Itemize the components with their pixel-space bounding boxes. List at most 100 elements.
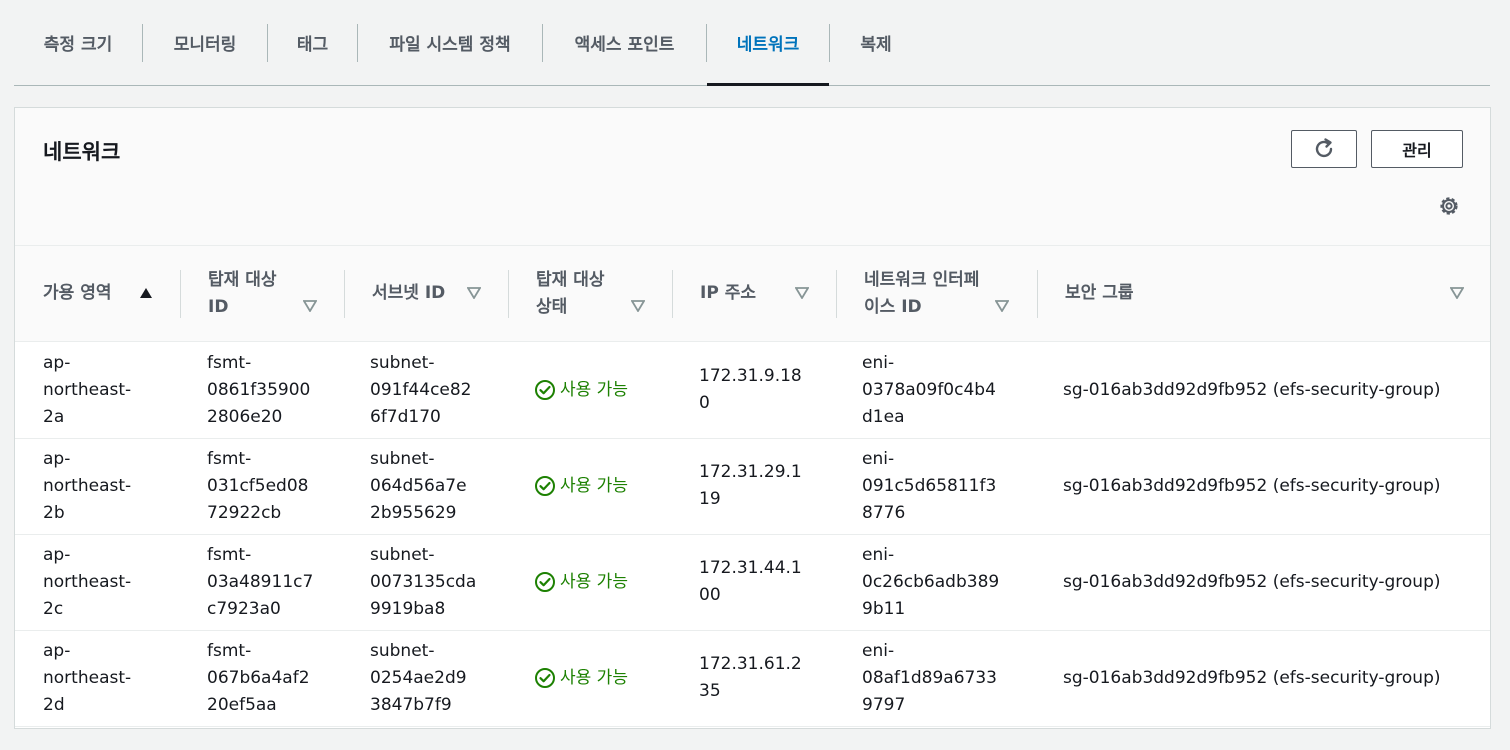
- cell-network-interface-id-line: 0378a09f0c4b4: [862, 379, 996, 400]
- cell-mount-target-id: fsmt- 03a48911c7 c7923a0: [207, 534, 347, 630]
- cell-mount-target-id: fsmt- 067b6a4af2 20ef5aa: [207, 630, 347, 726]
- column-divider: [180, 270, 181, 318]
- panel-title: 네트워크: [43, 140, 121, 164]
- cell-mount-target-id-line: 20ef5aa: [207, 694, 277, 715]
- cell-security-group: sg-016ab3dd92d9fb952 (efs-security-group…: [1063, 630, 1483, 726]
- gear-icon[interactable]: [1437, 194, 1461, 218]
- check-circle-icon: [535, 380, 555, 400]
- tab-file-system-policy[interactable]: 파일 시스템 정책: [358, 0, 542, 85]
- column-label: 탑재 대상: [536, 269, 605, 290]
- status-text: 사용 가능: [560, 379, 628, 400]
- cell-subnet-id: subnet- 064d56a7e 2b955629: [370, 438, 510, 534]
- cell-network-interface-id-line: 8776: [862, 502, 906, 523]
- check-circle-icon: [535, 668, 555, 688]
- tab-access-points[interactable]: 액세스 포인트: [543, 0, 706, 85]
- refresh-icon: [1315, 138, 1333, 158]
- cell-ip-address: 172.31.9.18 0: [699, 342, 839, 438]
- cell-mount-target-id-line: 2806e20: [207, 406, 283, 427]
- tab-storage-size[interactable]: 측정 크기: [14, 0, 142, 85]
- cell-mount-target-id-line: 031cf5ed08: [207, 475, 309, 496]
- cell-ip-address-line: 172.31.9.18: [699, 366, 802, 386]
- column-header-mount-target-id[interactable]: 탑재 대상 ID: [208, 246, 328, 341]
- status-badge: 사용 가능: [534, 377, 628, 404]
- cell-subnet-id: subnet- 0073135cda 9919ba8: [370, 534, 510, 630]
- sort-ascending-icon: [140, 288, 152, 298]
- cell-ip-address-line: 172.31.61.2: [699, 654, 802, 674]
- cell-availability-zone-line: ap-: [43, 544, 71, 565]
- cell-mount-target-id-line: 03a48911c7: [207, 571, 314, 592]
- table-row: ap-northeast- 2b fsmt- 031cf5ed08 72922cb sub…: [15, 438, 1490, 535]
- cell-subnet-id-line: 091f44ce82: [370, 379, 472, 400]
- cell-availability-zone: ap-northeast- 2c: [43, 534, 183, 630]
- cell-availability-zone: ap-northeast- 2b: [43, 438, 183, 534]
- cell-status: 사용 가능: [534, 630, 674, 726]
- tab-monitoring[interactable]: 모니터링: [143, 0, 267, 85]
- cell-mount-target-id-line: fsmt-: [207, 544, 252, 565]
- column-label: 이스 ID: [864, 296, 922, 317]
- cell-subnet-id-line: 6f7d170: [370, 406, 441, 427]
- column-divider: [344, 270, 345, 318]
- table-row: ap-northeast- 2d fsmt- 067b6a4af2 20ef5aa sub…: [15, 630, 1490, 727]
- security-group-text: sg-016ab3dd92d9fb952 (efs-security-group…: [1063, 475, 1441, 496]
- cell-mount-target-id-line: 0861f35900: [207, 379, 311, 400]
- tab-network[interactable]: 네트워크: [707, 0, 829, 86]
- panel-header: 네트워크 관리: [15, 108, 1490, 246]
- cell-mount-target-id-line: fsmt-: [207, 640, 252, 661]
- column-header-security-groups[interactable]: 보안 그룹: [1065, 246, 1470, 341]
- cell-mount-target-id-line: c7923a0: [207, 598, 281, 619]
- cell-ip-address-line: 172.31.29.1: [699, 462, 802, 482]
- column-divider: [672, 270, 673, 318]
- column-header-mount-target-status[interactable]: 탑재 대상 상태: [536, 246, 661, 341]
- cell-ip-address-line: 0: [699, 393, 710, 413]
- cell-availability-zone-line: ap-: [43, 352, 71, 373]
- column-divider: [508, 270, 509, 318]
- cell-status: 사용 가능: [534, 438, 674, 534]
- cell-availability-zone: ap-northeast- 2d: [43, 630, 183, 726]
- cell-network-interface-id: eni- 0378a09f0c4b4 d1ea: [862, 342, 1032, 438]
- column-label: 서브넷 ID: [372, 283, 446, 303]
- status-text: 사용 가능: [560, 571, 628, 592]
- cell-ip-address-line: 35: [699, 681, 721, 701]
- cell-status: 사용 가능: [534, 342, 674, 438]
- cell-subnet-id-line: 3847b7f9: [370, 694, 452, 715]
- cell-mount-target-id-line: 72922cb: [207, 502, 282, 523]
- cell-ip-address-line: 00: [699, 585, 721, 605]
- network-panel: 네트워크 관리 가용 영역 탑재 대상 ID 서브넷 ID 탑재 대상 상태 I…: [14, 107, 1491, 729]
- refresh-button[interactable]: [1291, 130, 1357, 168]
- security-group-text: sg-016ab3dd92d9fb952 (efs-security-group…: [1063, 571, 1441, 592]
- sort-descending-icon: [795, 287, 809, 299]
- cell-availability-zone: ap-northeast- 2a: [43, 342, 183, 438]
- column-header-subnet-id[interactable]: 서브넷 ID: [372, 246, 497, 341]
- status-badge: 사용 가능: [534, 473, 628, 500]
- cell-security-group: sg-016ab3dd92d9fb952 (efs-security-group…: [1063, 438, 1483, 534]
- cell-ip-address-line: 19: [699, 489, 721, 509]
- column-label: IP 주소: [700, 283, 756, 303]
- cell-availability-zone-line: northeast-: [43, 379, 132, 400]
- cell-availability-zone-line: ap-: [43, 448, 71, 469]
- cell-mount-target-id: fsmt- 0861f35900 2806e20: [207, 342, 347, 438]
- cell-network-interface-id-line: d1ea: [862, 406, 905, 427]
- cell-subnet-id: subnet- 091f44ce82 6f7d170: [370, 342, 510, 438]
- cell-subnet-id-line: 0073135cda: [370, 571, 477, 592]
- tab-tags[interactable]: 태그: [268, 0, 357, 85]
- sort-descending-icon: [1450, 287, 1464, 299]
- cell-subnet-id-line: subnet-: [370, 640, 435, 661]
- column-header-network-interface-id[interactable]: 네트워크 인터페 이스 ID: [864, 246, 1024, 341]
- cell-availability-zone-line: northeast-: [43, 475, 132, 496]
- cell-network-interface-id: eni- 0c26cb6adb389 9b11: [862, 534, 1032, 630]
- column-header-availability-zone[interactable]: 가용 영역: [43, 246, 183, 341]
- column-header-ip-address[interactable]: IP 주소: [700, 246, 825, 341]
- cell-subnet-id-line: 2b955629: [370, 502, 457, 523]
- tab-replication[interactable]: 복제: [830, 0, 922, 85]
- manage-button[interactable]: 관리: [1371, 130, 1463, 168]
- cell-availability-zone-line: 2c: [43, 598, 64, 619]
- column-label: ID: [208, 296, 229, 317]
- cell-availability-zone-line: 2a: [43, 406, 65, 427]
- status-badge: 사용 가능: [534, 665, 628, 692]
- sort-descending-icon: [995, 300, 1009, 312]
- cell-subnet-id-line: subnet-: [370, 352, 435, 373]
- cell-status: 사용 가능: [534, 534, 674, 630]
- check-circle-icon: [535, 476, 555, 496]
- cell-network-interface-id: eni- 08af1d89a6733 9797: [862, 630, 1032, 726]
- cell-network-interface-id-line: eni-: [862, 352, 895, 373]
